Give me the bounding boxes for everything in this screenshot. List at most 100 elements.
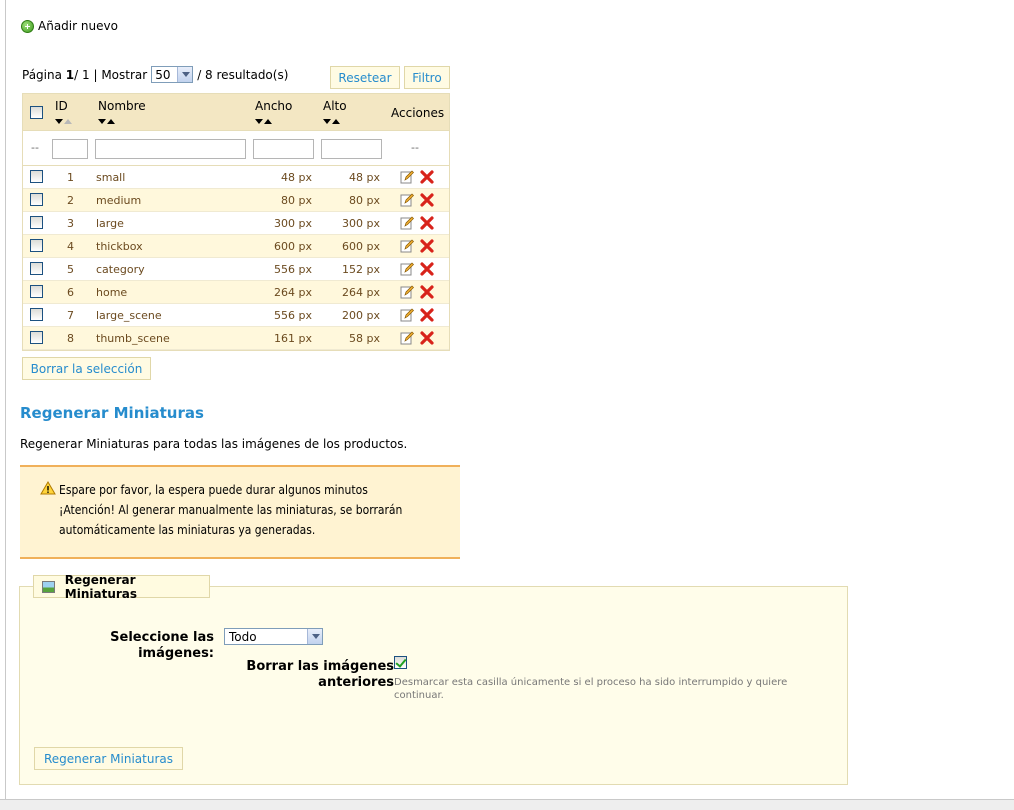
row-checkbox[interactable] (30, 239, 43, 252)
footer-bar (0, 799, 1014, 810)
table-row: 7 large_scene 556 px 200 px (23, 304, 449, 327)
pagination-bar: Página 1 / 1 | Mostrar 50 / 8 resultado(… (22, 66, 288, 83)
warning-box: Espare por favor, la espera puede durar … (20, 465, 460, 559)
row-checkbox[interactable] (30, 193, 43, 206)
images-select[interactable]: Todo (224, 628, 323, 645)
sort-desc-icon[interactable] (98, 119, 106, 124)
erase-previous-checkbox[interactable] (394, 656, 407, 669)
image-types-table: ID Nombre Ancho Alto Acciones -- -- 1 sma… (22, 93, 450, 351)
sort-desc-icon[interactable] (255, 119, 263, 124)
edit-icon[interactable] (400, 193, 414, 207)
filter-button[interactable]: Filtro (404, 66, 450, 89)
row-height: 200 px (342, 309, 380, 322)
edit-icon[interactable] (400, 216, 414, 230)
delete-icon[interactable] (420, 170, 434, 184)
delete-selection-button[interactable]: Borrar la selección (22, 357, 151, 380)
row-width: 556 px (274, 263, 312, 276)
filter-height-input[interactable] (321, 139, 382, 159)
row-checkbox[interactable] (30, 216, 43, 229)
row-width: 600 px (274, 240, 312, 253)
delete-icon[interactable] (420, 239, 434, 253)
row-height: 300 px (342, 217, 380, 230)
row-checkbox[interactable] (30, 285, 43, 298)
row-id: 5 (67, 263, 74, 276)
delete-icon[interactable] (420, 216, 434, 230)
delete-icon[interactable] (420, 285, 434, 299)
chevron-down-icon (177, 67, 193, 82)
warning-line-2: ¡Atención! Al generar manualmente las mi… (59, 503, 403, 537)
sort-width[interactable] (255, 119, 272, 124)
edit-icon[interactable] (400, 262, 414, 276)
row-height: 264 px (342, 286, 380, 299)
table-row: 4 thickbox 600 px 600 px (23, 235, 449, 258)
filter-name-input[interactable] (95, 139, 246, 159)
edit-icon[interactable] (400, 331, 414, 345)
sort-asc-icon[interactable] (107, 119, 115, 124)
row-checkbox[interactable] (30, 262, 43, 275)
sort-height[interactable] (323, 119, 340, 124)
row-id: 1 (67, 171, 74, 184)
table-row: 2 medium 80 px 80 px (23, 189, 449, 212)
sort-name[interactable] (98, 119, 115, 124)
fieldset-legend: Regenerar Miniaturas (33, 572, 210, 601)
add-new-link[interactable]: Añadir nuevo (21, 18, 118, 33)
row-id: 6 (67, 286, 74, 299)
row-id: 3 (67, 217, 74, 230)
section-description: Regenerar Miniaturas para todas las imág… (20, 437, 408, 451)
erase-previous-label: Borrar las imágenes anteriores (246, 659, 394, 690)
sort-desc-icon[interactable] (323, 119, 331, 124)
images-select-value: Todo (229, 629, 257, 644)
erase-hint: Desmarcar esta casilla únicamente si el … (394, 677, 788, 701)
row-name: medium (96, 194, 142, 207)
row-id: 7 (67, 309, 74, 322)
row-checkbox[interactable] (30, 331, 43, 344)
regenerate-button[interactable]: Regenerar Miniaturas (34, 747, 183, 770)
sort-id[interactable] (55, 119, 72, 124)
delete-icon[interactable] (420, 308, 434, 322)
reset-button[interactable]: Resetear (330, 66, 400, 89)
row-name: small (96, 171, 126, 184)
sort-asc-icon[interactable] (332, 119, 340, 124)
table-row: 5 category 556 px 152 px (23, 258, 449, 281)
edit-icon[interactable] (400, 170, 414, 184)
chevron-down-icon (307, 629, 322, 644)
filter-width-input[interactable] (253, 139, 314, 159)
section-title: Regenerar Miniaturas (20, 404, 204, 422)
image-icon (42, 580, 55, 593)
row-height: 58 px (349, 332, 380, 345)
warning-text: Espare por favor, la espera puede durar … (59, 480, 449, 540)
table-row: 3 large 300 px 300 px (23, 212, 449, 235)
edit-icon[interactable] (400, 308, 414, 322)
add-icon (21, 20, 34, 33)
delete-icon[interactable] (420, 193, 434, 207)
per-page-select[interactable]: 50 (151, 66, 194, 83)
select-all-checkbox[interactable] (30, 106, 43, 119)
filter-dash-left: -- (31, 141, 39, 154)
edit-icon[interactable] (400, 239, 414, 253)
header-width: Ancho (255, 99, 293, 113)
row-height: 600 px (342, 240, 380, 253)
header-name: Nombre (98, 99, 146, 113)
row-checkbox[interactable] (30, 308, 43, 321)
row-name: large_scene (96, 309, 162, 322)
legend-label: Regenerar Miniaturas (64, 572, 138, 601)
filter-id-input[interactable] (52, 139, 88, 159)
row-width: 264 px (274, 286, 312, 299)
table-header: ID Nombre Ancho Alto Acciones (23, 94, 449, 131)
header-height: Alto (323, 99, 347, 113)
sort-asc-icon[interactable] (64, 119, 72, 124)
page-label: Página (22, 67, 62, 82)
page-separator: / 1 | Mostrar (74, 67, 148, 82)
per-page-value: 50 (155, 67, 171, 82)
page-current: 1 (65, 67, 75, 82)
delete-icon[interactable] (420, 262, 434, 276)
row-id: 2 (67, 194, 74, 207)
warning-icon (40, 481, 56, 495)
row-name: thumb_scene (96, 332, 170, 345)
sort-asc-icon[interactable] (264, 119, 272, 124)
row-width: 80 px (281, 194, 312, 207)
edit-icon[interactable] (400, 285, 414, 299)
delete-icon[interactable] (420, 331, 434, 345)
row-checkbox[interactable] (30, 170, 43, 183)
sort-desc-icon[interactable] (55, 119, 63, 124)
